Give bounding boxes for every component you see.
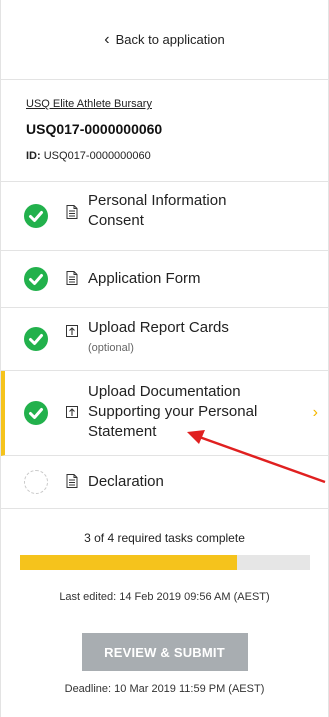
complete-check-icon	[24, 327, 48, 351]
task-upload-documentation[interactable]: Upload Documentation Supporting your Per…	[1, 371, 328, 456]
task-label-line1: Upload Documentation	[88, 383, 241, 400]
review-submit-button[interactable]: REVIEW & SUBMIT	[81, 633, 248, 671]
task-optional-note: (optional)	[88, 342, 134, 354]
back-to-application-link[interactable]: ‹ Back to application	[1, 0, 328, 80]
document-icon	[66, 474, 78, 488]
application-name-link[interactable]: USQ Elite Athlete Bursary	[26, 98, 152, 110]
last-edited: Last edited: 14 Feb 2019 09:56 AM (AEST)	[59, 591, 270, 603]
task-label-line2: Consent	[88, 212, 144, 229]
upload-icon	[66, 406, 78, 418]
complete-check-icon	[24, 204, 48, 228]
chevron-left-icon: ‹	[104, 30, 110, 48]
task-label-line1: Personal Information	[88, 192, 227, 209]
progress-bar	[19, 555, 310, 570]
application-sidebar: ‹ Back to application USQ Elite Athlete …	[0, 0, 329, 717]
task-label-line3: Statement	[88, 423, 157, 440]
progress-section: 3 of 4 required tasks complete Last edit…	[1, 509, 328, 695]
deadline: Deadline: 10 Mar 2019 11:59 PM (AEST)	[64, 683, 265, 695]
incomplete-status-icon	[24, 470, 48, 494]
task-label: Upload Report Cards (optional)	[88, 318, 229, 356]
task-label: Declaration	[88, 473, 164, 490]
document-icon	[66, 271, 78, 285]
application-id-label: ID:	[26, 150, 41, 162]
document-icon	[66, 205, 78, 219]
progress-bar-fill	[19, 555, 237, 570]
application-id: ID: USQ017-0000000060	[26, 150, 328, 162]
task-personal-information-consent[interactable]: Personal Information Consent	[1, 182, 328, 251]
task-upload-report-cards[interactable]: Upload Report Cards (optional)	[1, 308, 328, 371]
task-label-line1: Upload Report Cards	[88, 319, 229, 336]
task-application-form[interactable]: Application Form	[1, 251, 328, 308]
task-label: Upload Documentation Supporting your Per…	[88, 382, 257, 442]
task-label: Personal Information Consent	[88, 191, 226, 231]
complete-check-icon	[24, 401, 48, 425]
task-label: Application Form	[88, 270, 201, 287]
back-label: Back to application	[115, 32, 225, 47]
application-number: USQ017-0000000060	[26, 121, 163, 137]
upload-icon	[66, 325, 78, 337]
progress-text: 3 of 4 required tasks complete	[84, 531, 245, 545]
task-label-line2: Supporting your Personal	[88, 403, 258, 420]
task-declaration[interactable]: Declaration	[1, 456, 328, 509]
application-header: USQ Elite Athlete Bursary USQ017-0000000…	[1, 80, 328, 182]
complete-check-icon	[24, 267, 48, 291]
chevron-right-icon: ›	[312, 404, 318, 421]
application-id-value: USQ017-0000000060	[43, 150, 151, 162]
